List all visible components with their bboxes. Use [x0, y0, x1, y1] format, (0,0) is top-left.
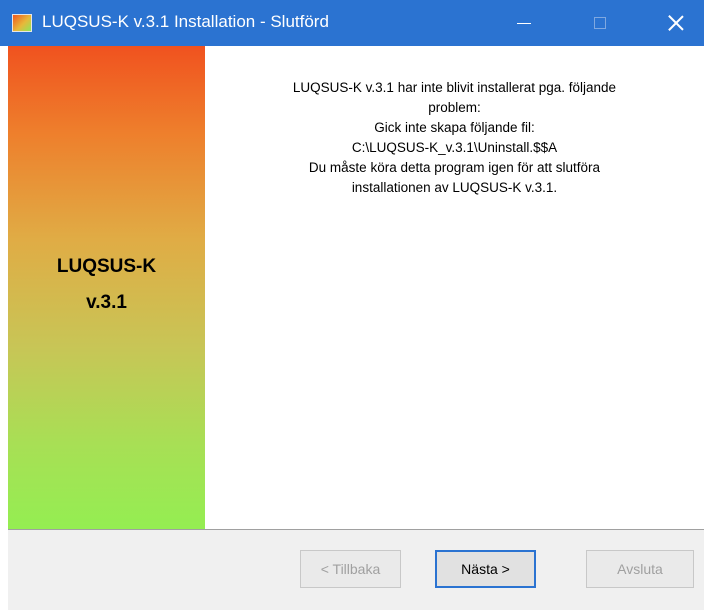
message-line: Du måste köra detta program igen för att…: [308, 160, 601, 175]
message-line: Gick inte skapa följande fil:: [374, 120, 535, 135]
app-icon: [12, 14, 32, 32]
message-line: installationen av LUQSUS-K v.3.1.: [351, 180, 558, 195]
back-button[interactable]: < Tillbaka: [300, 550, 401, 588]
message-line: LUQSUS-K v.3.1 har inte blivit installer…: [292, 80, 617, 95]
minimize-button[interactable]: [496, 0, 552, 46]
close-icon: [667, 14, 685, 32]
button-bar: < Tillbaka Nästa > Avsluta: [8, 530, 704, 610]
banner-product-name: LUQSUS-K: [56, 256, 157, 277]
maximize-icon: [594, 17, 606, 29]
banner-version: v.3.1: [86, 292, 127, 313]
maximize-button: [572, 0, 628, 46]
title-bar[interactable]: LUQSUS-K v.3.1 Installation - Slutförd: [0, 0, 704, 46]
message-area: LUQSUS-K v.3.1 har inte blivit installer…: [205, 46, 704, 530]
message-line: C:\LUQSUS-K_v.3.1\Uninstall.$$A: [351, 140, 558, 155]
minimize-icon: [517, 22, 531, 24]
message-line: problem:: [428, 100, 481, 115]
close-button[interactable]: [648, 0, 704, 46]
window-title: LUQSUS-K v.3.1 Installation - Slutförd: [42, 12, 329, 31]
next-button[interactable]: Nästa >: [435, 550, 536, 588]
side-banner: LUQSUS-K v.3.1: [8, 46, 205, 530]
cancel-button[interactable]: Avsluta: [586, 550, 694, 588]
installer-window: LUQSUS-K v.3.1 Installation - Slutförd L…: [0, 0, 704, 610]
